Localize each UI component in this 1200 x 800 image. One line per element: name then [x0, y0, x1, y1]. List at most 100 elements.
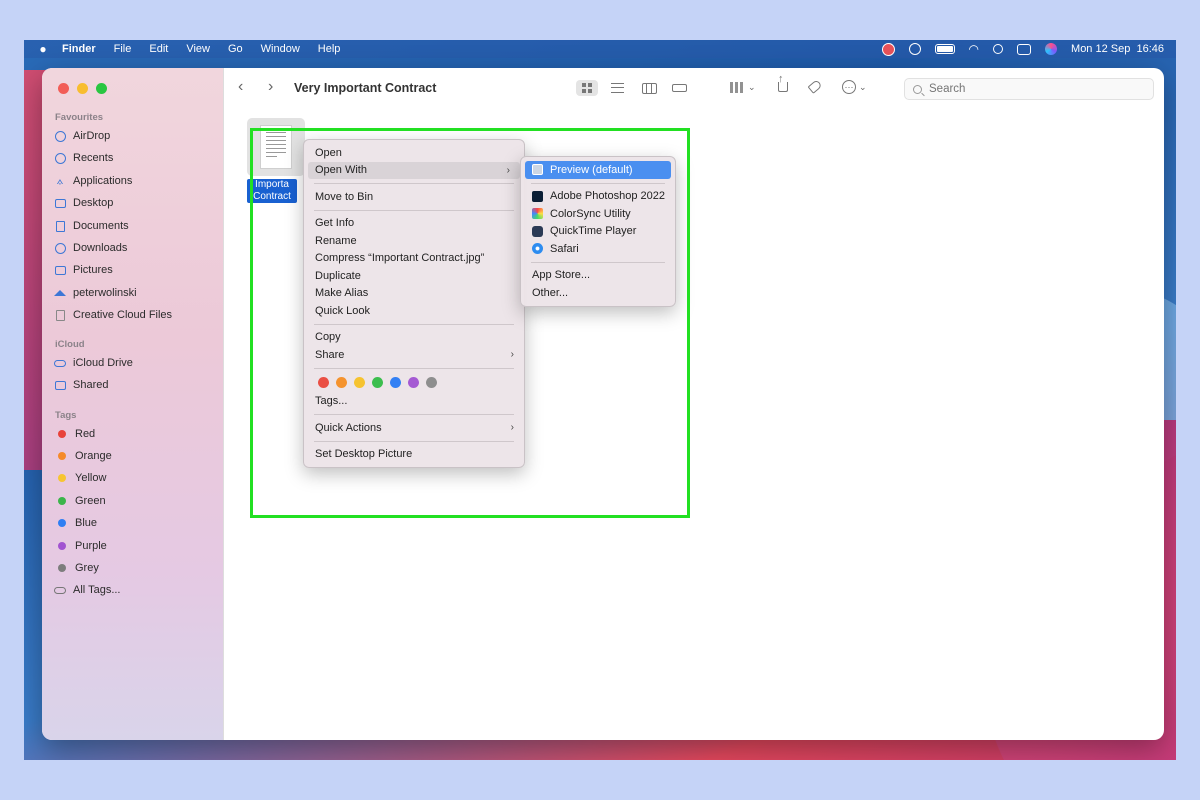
more-actions-button[interactable]: ··· ⌄: [842, 80, 867, 94]
chevron-right-icon: ›: [510, 422, 514, 434]
sidebar-item-airdrop[interactable]: AirDrop: [54, 126, 110, 146]
sidebar-item-documents[interactable]: Documents: [54, 216, 129, 236]
search-field[interactable]: [904, 78, 1154, 100]
sidebar-item-label: Purple: [75, 540, 107, 552]
tag-color-purple[interactable]: [408, 377, 419, 388]
menu-item-label: Duplicate: [315, 269, 361, 282]
sidebar-item-pictures[interactable]: Pictures: [54, 260, 113, 280]
menu-item-other[interactable]: Other...: [521, 284, 675, 302]
menu-item-quick-actions[interactable]: Quick Actions ›: [304, 419, 524, 437]
sidebar-item-creative-cloud-files[interactable]: Creative Cloud Files: [54, 305, 172, 325]
menu-item-quick-look[interactable]: Quick Look: [304, 302, 524, 320]
menu-separator: [314, 323, 514, 325]
icon-view-button[interactable]: [576, 80, 598, 96]
menu-item-duplicate[interactable]: Duplicate: [304, 267, 524, 285]
shared-folder-icon: [54, 379, 66, 391]
menu-item-make-alias[interactable]: Make Alias: [304, 285, 524, 303]
sidebar-tag-red[interactable]: Red: [54, 424, 95, 444]
menu-item-share[interactable]: Share ›: [304, 346, 524, 364]
tag-color-green[interactable]: [372, 377, 383, 388]
menu-edit[interactable]: Edit: [149, 43, 168, 55]
creative-cloud-icon[interactable]: [881, 42, 895, 56]
gallery-view-button[interactable]: [668, 80, 690, 96]
tag-color-row: [304, 373, 524, 393]
clock[interactable]: Mon 12 Sep 16:46: [1071, 43, 1164, 55]
sidebar-item-label: All Tags...: [73, 584, 121, 596]
tag-color-blue[interactable]: [390, 377, 401, 388]
battery-icon[interactable]: [934, 44, 955, 54]
file-item[interactable]: Importa Contract: [247, 118, 307, 203]
cloud-icon: [54, 357, 66, 369]
file-name-label[interactable]: Importa Contract: [247, 179, 297, 203]
list-view-button[interactable]: [606, 80, 628, 96]
menu-item-safari[interactable]: Safari: [521, 240, 675, 258]
menu-item-open[interactable]: Open: [304, 144, 524, 162]
chevron-left-icon[interactable]: ‹: [238, 78, 243, 96]
sidebar-item-desktop[interactable]: Desktop: [54, 193, 113, 213]
menu-help[interactable]: Help: [318, 43, 341, 55]
menu-item-copy[interactable]: Copy: [304, 329, 524, 347]
sidebar-all-tags[interactable]: All Tags...: [54, 580, 121, 600]
sidebar-item-home[interactable]: peterwolinski: [54, 283, 137, 303]
menu-finder[interactable]: Finder: [62, 43, 96, 55]
tag-button[interactable]: [807, 79, 823, 94]
tag-color-grey[interactable]: [426, 377, 437, 388]
user-icon[interactable]: [908, 43, 921, 55]
menu-item-label: Get Info: [315, 217, 355, 230]
zoom-button[interactable]: [96, 83, 107, 94]
sidebar-item-recents[interactable]: Recents: [54, 148, 113, 168]
wifi-icon[interactable]: ◠: [969, 43, 979, 55]
column-view-button[interactable]: [638, 80, 660, 96]
menu-item-quicktime[interactable]: QuickTime Player: [521, 223, 675, 241]
sidebar-tag-orange[interactable]: Orange: [54, 446, 112, 466]
menu-item-colorsync[interactable]: ColorSync Utility: [521, 205, 675, 223]
chevron-right-icon: ›: [506, 164, 510, 176]
close-button[interactable]: [58, 83, 69, 94]
tag-color-yellow[interactable]: [354, 377, 365, 388]
tag-color-red[interactable]: [318, 377, 329, 388]
menu-item-label: Quick Look: [315, 304, 371, 317]
sidebar-tag-green[interactable]: Green: [54, 491, 106, 511]
minimize-button[interactable]: [77, 83, 88, 94]
menu-item-rename[interactable]: Rename: [304, 232, 524, 250]
control-centre-icon[interactable]: [1017, 43, 1032, 55]
menu-item-tags[interactable]: Tags...: [304, 393, 524, 411]
tag-color-orange[interactable]: [336, 377, 347, 388]
sidebar-item-icloud-drive[interactable]: iCloud Drive: [54, 353, 133, 373]
spotlight-search-icon[interactable]: [993, 44, 1004, 54]
gallery-icon: [671, 84, 687, 92]
search-input[interactable]: [929, 83, 1129, 95]
chevron-right-icon[interactable]: ›: [268, 78, 273, 96]
menu-item-label: Tags...: [315, 395, 348, 408]
file-thumbnail[interactable]: [247, 118, 305, 176]
menu-file[interactable]: File: [114, 43, 132, 55]
sidebar-item-downloads[interactable]: Downloads: [54, 238, 127, 258]
siri-icon[interactable]: [1045, 43, 1058, 55]
sidebar-item-label: Grey: [75, 562, 99, 574]
menu-item-get-info[interactable]: Get Info: [304, 215, 524, 233]
share-button[interactable]: [778, 73, 788, 92]
menu-item-label: Share: [315, 348, 345, 361]
menu-item-compress[interactable]: Compress “Important Contract.jpg”: [304, 250, 524, 268]
sidebar-tag-blue[interactable]: Blue: [54, 513, 97, 533]
menu-view[interactable]: View: [186, 43, 210, 55]
menu-item-set-desktop-picture[interactable]: Set Desktop Picture: [304, 446, 524, 464]
apple-menu-icon[interactable]: ●: [32, 42, 54, 56]
home-icon: [54, 287, 66, 299]
menu-window[interactable]: Window: [261, 43, 300, 55]
sidebar-tag-yellow[interactable]: Yellow: [54, 468, 106, 488]
menu-item-preview-default[interactable]: Preview (default): [525, 161, 671, 179]
menu-separator: [314, 183, 514, 184]
menu-item-move-to-bin[interactable]: Move to Bin: [304, 188, 524, 206]
menu-go[interactable]: Go: [228, 43, 243, 55]
sidebar-tag-purple[interactable]: Purple: [54, 536, 107, 556]
menu-item-app-store[interactable]: App Store...: [521, 267, 675, 285]
menu-item-photoshop[interactable]: Adobe Photoshop 2022: [521, 188, 675, 206]
sidebar-tag-grey[interactable]: Grey: [54, 558, 99, 578]
sidebar-item-applications[interactable]: ⟑ Applications: [54, 171, 133, 191]
group-button[interactable]: ⌄: [730, 82, 756, 93]
sidebar-item-shared[interactable]: Shared: [54, 375, 108, 395]
photoshop-app-icon: [532, 190, 543, 202]
sidebar-item-label: Yellow: [75, 472, 107, 484]
menu-item-open-with[interactable]: Open With ›: [308, 161, 520, 179]
